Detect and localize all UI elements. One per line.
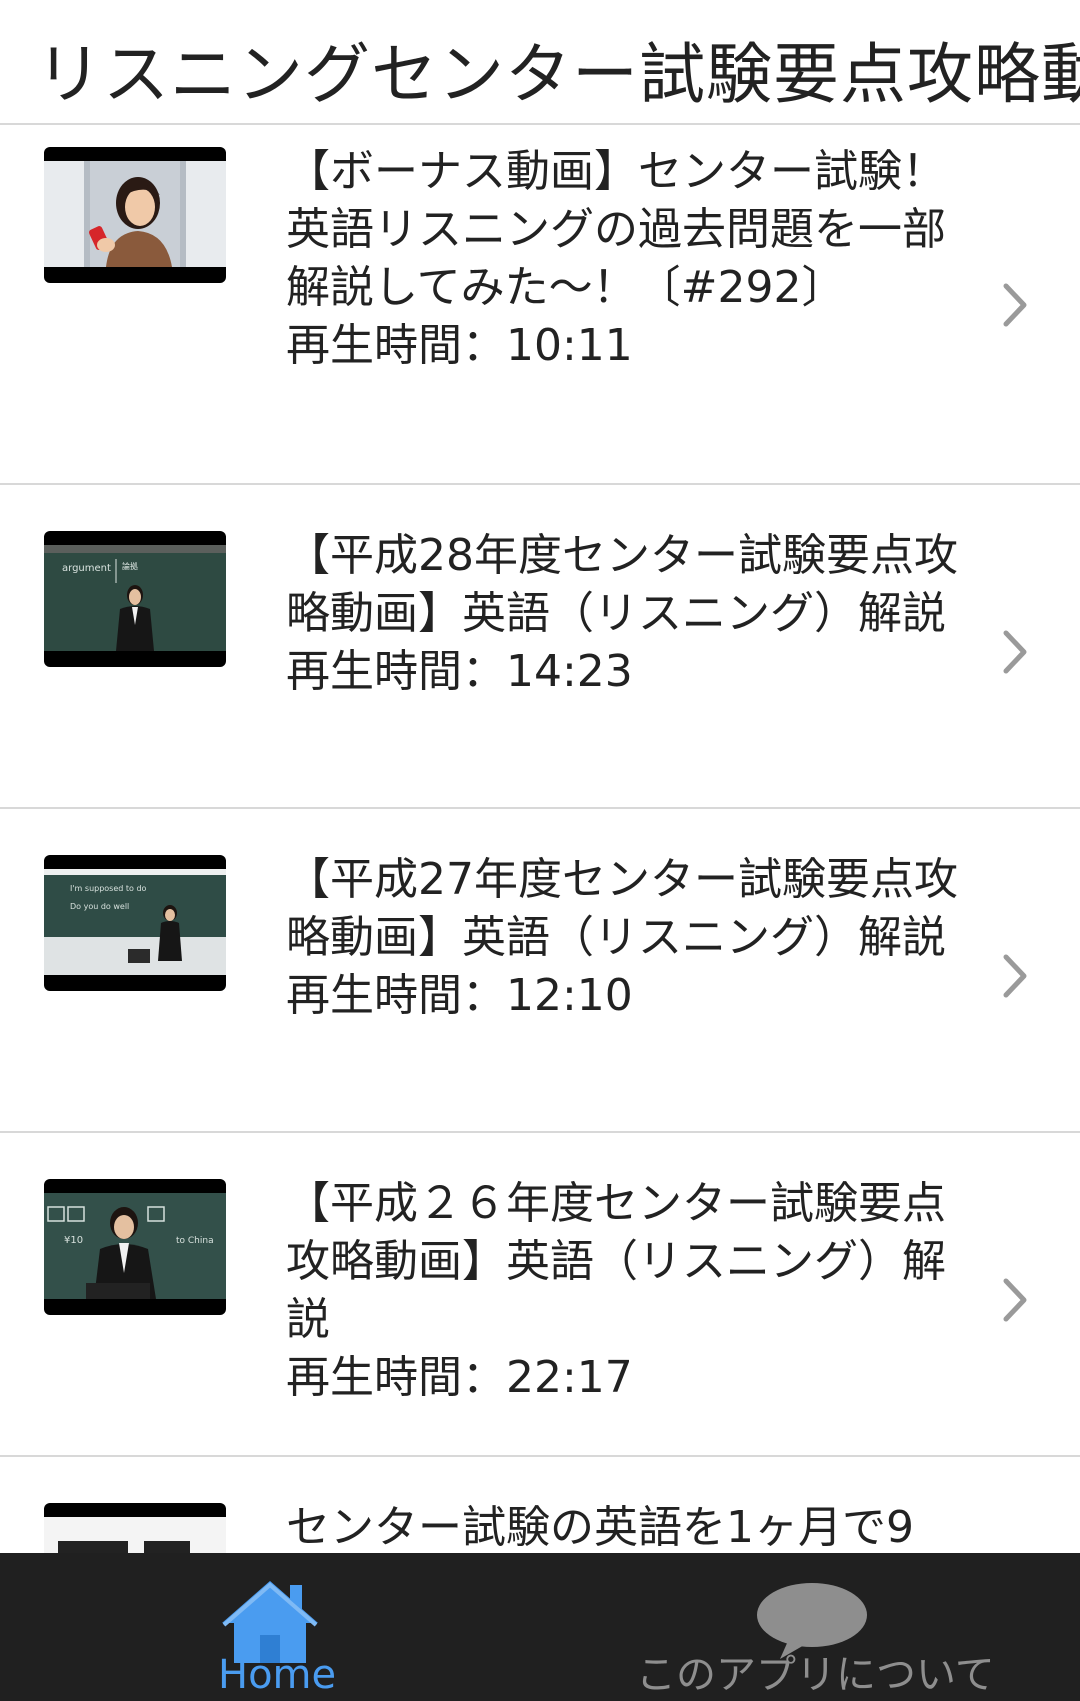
svg-text:I'm supposed to do: I'm supposed to do xyxy=(70,884,147,893)
video-text: 【平成27年度センター試験要点攻略動画】英語（リスニング）解説 再生時間：12:… xyxy=(286,851,966,1025)
video-list-item[interactable]: I'm supposed to do Do you do well 【平成27年… xyxy=(0,809,1080,1133)
video-duration: 再生時間：14:23 xyxy=(286,646,633,697)
page-title: リスニングセンター試験要点攻略動画 xyxy=(36,36,1080,113)
svg-text:論拠: 論拠 xyxy=(122,561,138,571)
tab-home-label: Home xyxy=(218,1652,337,1698)
chevron-right-icon xyxy=(1003,283,1027,327)
thumbnail-image: argument 論拠 xyxy=(44,545,226,651)
video-title: 【平成27年度センター試験要点攻略動画】英語（リスニング）解説 xyxy=(286,854,958,963)
app-screen: リスニングセンター試験要点攻略動画 【ボーナス動画】センター試験！英語リスニング… xyxy=(0,0,1080,1701)
video-text: 【ボーナス動画】センター試験！英語リスニングの過去問題を一部解説してみた～！〔#… xyxy=(286,143,966,375)
thumbnail-image xyxy=(44,161,226,267)
video-text: 【平成２６年度センター試験要点攻略動画】英語（リスニング）解説 再生時間：22:… xyxy=(286,1175,966,1407)
speech-bubble-icon xyxy=(757,1583,867,1659)
video-thumbnail: I'm supposed to do Do you do well xyxy=(44,855,226,991)
video-duration: 再生時間：12:10 xyxy=(286,970,633,1021)
video-list-item[interactable]: ¥10 to China 【平成２６年度センター試験要点攻略動画】英語（リスニン… xyxy=(0,1133,1080,1457)
svg-text:Do you do well: Do you do well xyxy=(70,902,129,911)
video-list[interactable]: 【ボーナス動画】センター試験！英語リスニングの過去問題を一部解説してみた～！〔#… xyxy=(0,125,1080,1553)
tab-about-label: このアプリについて xyxy=(636,1652,995,1698)
tab-home[interactable]: Home xyxy=(0,1553,540,1701)
video-text: センター試験の英語を1ヶ月で9 xyxy=(286,1499,966,1553)
video-text: 【平成28年度センター試験要点攻略動画】英語（リスニング）解説 再生時間：14:… xyxy=(286,527,966,701)
video-title: 【平成２６年度センター試験要点攻略動画】英語（リスニング）解説 xyxy=(286,1178,946,1345)
video-thumbnail xyxy=(44,147,226,283)
video-list-item[interactable]: 【ボーナス動画】センター試験！英語リスニングの過去問題を一部解説してみた～！〔#… xyxy=(0,125,1080,485)
video-thumbnail xyxy=(44,1503,226,1553)
video-list-item[interactable]: argument 論拠 【平成28年度センター試験要点攻略動画】英語（リスニング… xyxy=(0,485,1080,809)
thumbnail-image: ¥10 to China xyxy=(44,1193,226,1299)
video-title: センター試験の英語を1ヶ月で9 xyxy=(286,1502,914,1553)
tab-about[interactable]: このアプリについて xyxy=(540,1553,1080,1701)
chevron-right-icon xyxy=(1003,630,1027,674)
bottom-tab-bar: Home このアプリについて xyxy=(0,1553,1080,1701)
video-title: 【平成28年度センター試験要点攻略動画】英語（リスニング）解説 xyxy=(286,530,958,639)
chevron-right-icon xyxy=(1003,1278,1027,1322)
video-list-item[interactable]: センター試験の英語を1ヶ月で9 xyxy=(0,1457,1080,1553)
thumbnail-image: I'm supposed to do Do you do well xyxy=(44,869,226,975)
chevron-right-icon xyxy=(1003,954,1027,998)
svg-text:to China: to China xyxy=(176,1236,214,1246)
video-duration: 再生時間：22:17 xyxy=(286,1352,633,1403)
svg-text:¥10: ¥10 xyxy=(64,1235,83,1246)
video-thumbnail: ¥10 to China xyxy=(44,1179,226,1315)
thumbnail-image xyxy=(44,1517,226,1553)
video-title: 【ボーナス動画】センター試験！英語リスニングの過去問題を一部解説してみた～！〔#… xyxy=(286,146,946,313)
video-duration: 再生時間：10:11 xyxy=(286,320,633,371)
svg-text:argument: argument xyxy=(62,563,111,574)
video-thumbnail: argument 論拠 xyxy=(44,531,226,667)
header-bar: リスニングセンター試験要点攻略動画 xyxy=(0,0,1080,125)
